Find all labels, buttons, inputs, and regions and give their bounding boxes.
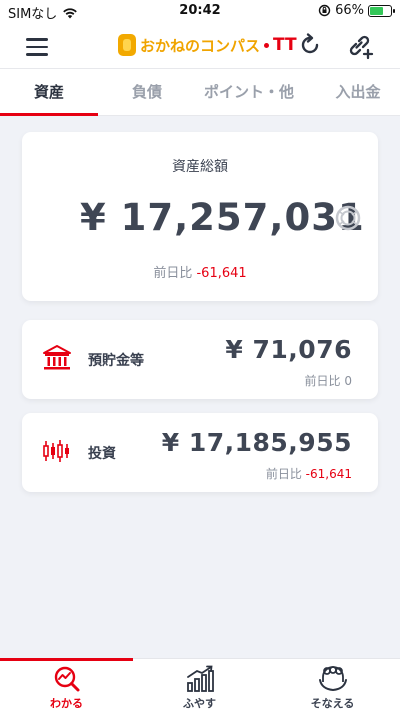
tab-liabilities[interactable]: 負債 (98, 69, 196, 115)
header-area: SIMなし 20:42 66% おかねのコンパス TT 資産 負債 ポイント・他… (0, 0, 400, 116)
coin-icon (118, 34, 136, 56)
app-bar: おかねのコンパス TT (0, 22, 400, 68)
bank-icon (43, 345, 71, 370)
nav-understand-label: わかる (50, 697, 83, 710)
savings-day-change: 前日比 0 (305, 372, 352, 389)
logo-text: おかねのコンパス (140, 36, 261, 55)
logo-suffix: TT (273, 35, 297, 55)
investment-amount: ¥ 17,185,955 (161, 428, 352, 457)
tab-points-other[interactable]: ポイント・他 (196, 69, 302, 115)
asset-tabs: 資産 負債 ポイント・他 入出金 (0, 68, 400, 116)
bottom-navigation: わかる ふやす そなえる (0, 658, 400, 711)
total-assets-label: 資産総額 (172, 159, 228, 175)
rotation-lock-icon (318, 4, 331, 17)
tab-assets[interactable]: 資産 (0, 69, 98, 115)
investment-day-change: 前日比 -61,641 (266, 465, 352, 482)
growth-chart-icon (187, 665, 214, 692)
status-bar: SIMなし 20:42 66% (0, 0, 400, 22)
nav-prepare-label: そなえる (310, 697, 355, 710)
total-assets-card[interactable]: 資産総額 ¥ 17,257,031 前日比 -61,641 (22, 132, 378, 301)
investment-diff-value: -61,641 (305, 467, 352, 481)
savings-label: 預貯金等 (88, 353, 144, 369)
savings-card[interactable]: 預貯金等 ¥ 71,076 前日比 0 (22, 320, 378, 399)
candlestick-icon (43, 440, 69, 462)
savings-diff-label: 前日比 (304, 374, 341, 388)
nav-understand[interactable]: わかる (0, 659, 133, 711)
investment-diff-label: 前日比 (265, 467, 302, 481)
savings-diff-value: 0 (344, 374, 352, 388)
ring-icon[interactable] (334, 204, 362, 232)
battery-icon (368, 4, 395, 17)
total-assets-amount: ¥ 17,257,031 (80, 196, 365, 239)
battery-percent: 66% (335, 3, 364, 18)
app-logo: おかねのコンパス TT (118, 32, 297, 58)
magnifier-chart-icon (54, 666, 80, 692)
active-tab-indicator (0, 113, 98, 116)
savings-amount: ¥ 71,076 (225, 335, 352, 364)
tab-cashflow[interactable]: 入出金 (316, 69, 400, 115)
total-diff-value: -61,641 (196, 266, 247, 281)
investment-card[interactable]: 投資 ¥ 17,185,955 前日比 -61,641 (22, 413, 378, 492)
total-day-change: 前日比 -61,641 (22, 262, 378, 281)
people-protect-icon (319, 666, 347, 692)
refresh-icon[interactable] (297, 32, 323, 58)
link-add-icon[interactable] (344, 30, 374, 60)
nav-grow[interactable]: ふやす (133, 659, 266, 711)
nav-prepare[interactable]: そなえる (266, 659, 399, 711)
nav-grow-label: ふやす (183, 697, 216, 710)
menu-icon[interactable] (26, 38, 48, 56)
investment-label: 投資 (88, 446, 116, 462)
logo-dot (264, 42, 270, 48)
total-diff-label: 前日比 (153, 266, 193, 281)
